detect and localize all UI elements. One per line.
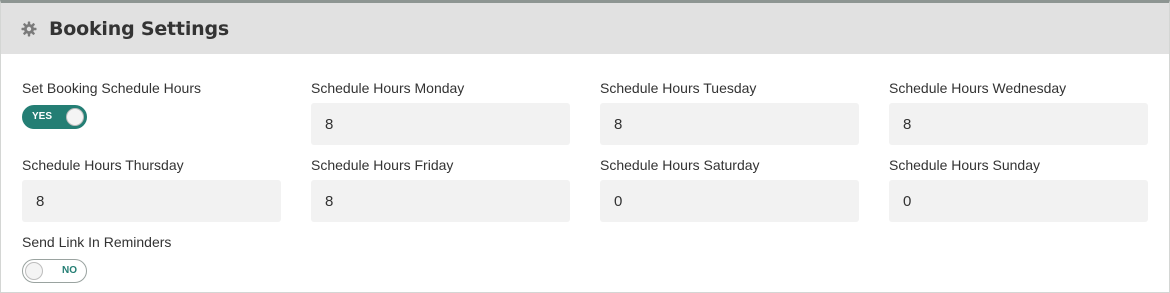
panel-title: Booking Settings bbox=[49, 17, 229, 40]
sunday-field: Schedule Hours Sunday 0 bbox=[889, 156, 1148, 222]
saturday-hours-input[interactable]: 0 bbox=[600, 180, 859, 222]
wednesday-hours-input[interactable]: 8 bbox=[889, 103, 1148, 145]
monday-field: Schedule Hours Monday 8 bbox=[311, 79, 570, 145]
panel-header: Booking Settings bbox=[1, 3, 1169, 54]
booking-settings-panel: Booking Settings Set Booking Schedule Ho… bbox=[0, 0, 1170, 293]
sunday-hours-input[interactable]: 0 bbox=[889, 180, 1148, 222]
schedule-hours-toggle[interactable]: YES bbox=[22, 105, 87, 129]
friday-field: Schedule Hours Friday 8 bbox=[311, 156, 570, 222]
wednesday-field: Schedule Hours Wednesday 8 bbox=[889, 79, 1148, 145]
settings-body: Set Booking Schedule Hours YES Schedule … bbox=[1, 54, 1169, 293]
friday-hours-input[interactable]: 8 bbox=[311, 180, 570, 222]
field-label: Schedule Hours Sunday bbox=[889, 157, 1040, 173]
send-link-reminders-toggle[interactable]: NO bbox=[22, 259, 87, 283]
saturday-field: Schedule Hours Saturday 0 bbox=[600, 156, 859, 222]
field-label: Set Booking Schedule Hours bbox=[22, 80, 201, 96]
field-label: Schedule Hours Monday bbox=[311, 80, 465, 96]
monday-hours-input[interactable]: 8 bbox=[311, 103, 570, 145]
gear-icon bbox=[21, 21, 37, 37]
toggle-state-label: YES bbox=[32, 111, 53, 122]
toggle-knob bbox=[66, 108, 84, 126]
toggle-knob bbox=[25, 262, 43, 280]
field-label: Schedule Hours Wednesday bbox=[889, 80, 1067, 96]
tuesday-hours-input[interactable]: 8 bbox=[600, 103, 859, 145]
field-label: Schedule Hours Friday bbox=[311, 157, 454, 173]
schedule-hours-toggle-field: Set Booking Schedule Hours YES bbox=[22, 79, 281, 129]
thursday-hours-input[interactable]: 8 bbox=[22, 180, 281, 222]
tuesday-field: Schedule Hours Tuesday 8 bbox=[600, 79, 859, 145]
reminders-toggle-field: Send Link In Reminders NO bbox=[22, 233, 281, 283]
field-label: Send Link In Reminders bbox=[22, 234, 172, 250]
field-label: Schedule Hours Saturday bbox=[600, 157, 760, 173]
toggle-state-label: NO bbox=[62, 265, 77, 276]
field-label: Schedule Hours Thursday bbox=[22, 157, 184, 173]
thursday-field: Schedule Hours Thursday 8 bbox=[22, 156, 281, 222]
field-label: Schedule Hours Tuesday bbox=[600, 80, 757, 96]
